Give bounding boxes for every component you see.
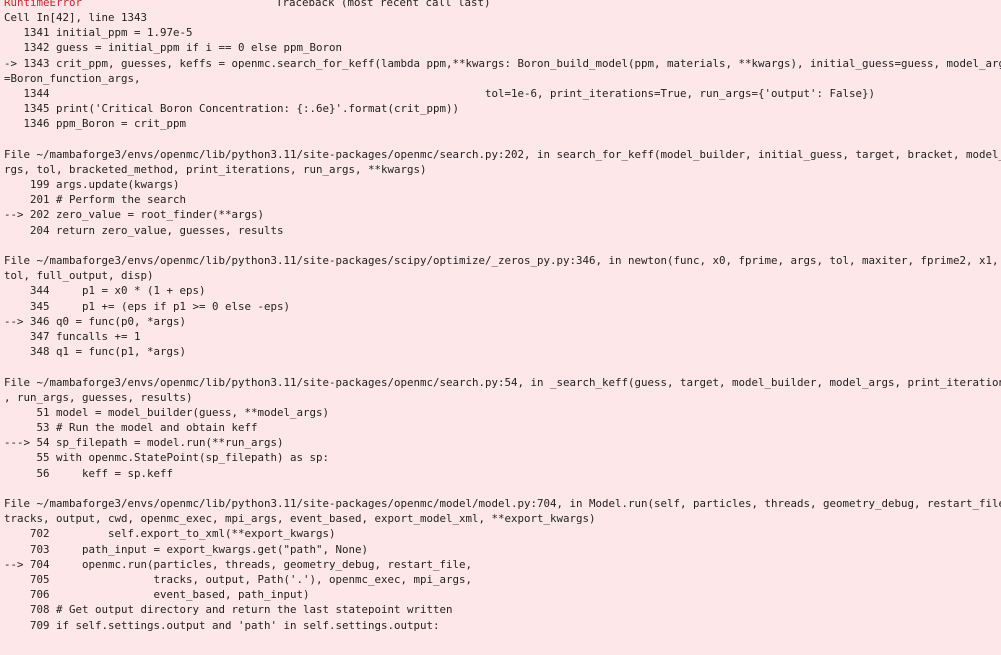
code-line: Cell In[42], line 1343 bbox=[4, 11, 148, 24]
code-line: 1346 ppm_Boron = crit_ppm bbox=[4, 117, 187, 131]
code-line: 1345 print('Critical Boron Concentration… bbox=[4, 102, 460, 116]
code-line: 201 # Perform the search bbox=[4, 193, 187, 207]
frame-separator bbox=[4, 359, 1001, 374]
traceback-frame: File ~/mambaforge3/envs/openmc/lib/pytho… bbox=[4, 496, 1001, 633]
code-line: 702 self.export_to_xml(**export_kwargs) bbox=[4, 527, 336, 541]
frame-separator bbox=[4, 481, 1001, 496]
frame-separator bbox=[4, 132, 1001, 147]
code-line: tracks, output, cwd, openmc_exec, mpi_ar… bbox=[4, 512, 596, 526]
code-line: File ~/mambaforge3/envs/openmc/lib/pytho… bbox=[4, 254, 1001, 267]
traceback-output: RuntimeError Traceback (most recent call… bbox=[0, 0, 1001, 655]
code-line: File ~/mambaforge3/envs/openmc/lib/pytho… bbox=[4, 497, 1001, 510]
traceback-frames: Cell In[42], line 1343 1341 initial_ppm … bbox=[4, 10, 1001, 633]
code-line: 344 p1 = x0 * (1 + eps) bbox=[4, 284, 206, 298]
code-line: --> 202 zero_value = root_finder(**args) bbox=[4, 208, 265, 222]
traceback-frame: File ~/mambaforge3/envs/openmc/lib/pytho… bbox=[4, 375, 1001, 481]
traceback-frame: Cell In[42], line 1343 1341 initial_ppm … bbox=[4, 10, 1001, 132]
code-line: 708 # Get output directory and return th… bbox=[4, 603, 453, 617]
traceback-title: Traceback (most recent call last) bbox=[276, 0, 491, 9]
code-line: File ~/mambaforge3/envs/openmc/lib/pytho… bbox=[4, 147, 1001, 161]
code-line: , run_args, guesses, results) bbox=[4, 390, 193, 404]
code-line: --> 346 q0 = func(p0, *args) bbox=[4, 314, 187, 328]
error-name: RuntimeError bbox=[4, 0, 83, 9]
code-line: 706 event_based, path_input) bbox=[4, 588, 310, 602]
code-line: 705 tracks, output, Path('.'), openmc_ex… bbox=[4, 572, 473, 586]
code-line: tol, full_output, disp) bbox=[4, 269, 154, 283]
code-line: 709 if self.settings.output and 'path' i… bbox=[4, 618, 440, 632]
code-line: 1341 initial_ppm = 1.97e-5 bbox=[4, 26, 193, 40]
code-line: 55 with openmc.StatePoint(sp_filepath) a… bbox=[4, 451, 330, 465]
code-line: 703 path_input = export_kwargs.get("path… bbox=[4, 542, 369, 556]
code-line: 56 keff = sp.keff bbox=[4, 466, 174, 480]
traceback-frame: File ~/mambaforge3/envs/openmc/lib/pytho… bbox=[4, 147, 1001, 238]
code-line: ---> 54 sp_filepath = model.run(**run_ar… bbox=[4, 436, 284, 450]
code-line: --> 704 openmc.run(particles, threads, g… bbox=[4, 557, 473, 571]
code-line: 204 return zero_value, guesses, results bbox=[4, 223, 284, 237]
code-line: 199 args.update(kwargs) bbox=[4, 178, 180, 192]
frame-separator bbox=[4, 238, 1001, 253]
code-line: 347 funcalls += 1 bbox=[4, 329, 141, 343]
code-line: 1342 guess = initial_ppm if i == 0 else … bbox=[4, 41, 343, 55]
code-line: 348 q1 = func(p1, *args) bbox=[4, 345, 187, 359]
code-line: 53 # Run the model and obtain keff bbox=[4, 421, 258, 435]
code-line: =Boron_function_args, bbox=[4, 71, 141, 85]
code-line: 345 p1 += (eps if p1 >= 0 else -eps) bbox=[4, 299, 291, 313]
code-line: File ~/mambaforge3/envs/openmc/lib/pytho… bbox=[4, 375, 1001, 389]
code-line: -> 1343 crit_ppm, guesses, keffs = openm… bbox=[4, 56, 1001, 70]
code-line: 1344 tol=1e-6, print_iterations=True, ru… bbox=[4, 86, 876, 100]
code-line: 51 model = model_builder(guess, **model_… bbox=[4, 405, 330, 419]
code-line: rgs, tol, bracketed_method, print_iterat… bbox=[4, 162, 427, 176]
traceback-frame: File ~/mambaforge3/envs/openmc/lib/pytho… bbox=[4, 253, 1001, 359]
